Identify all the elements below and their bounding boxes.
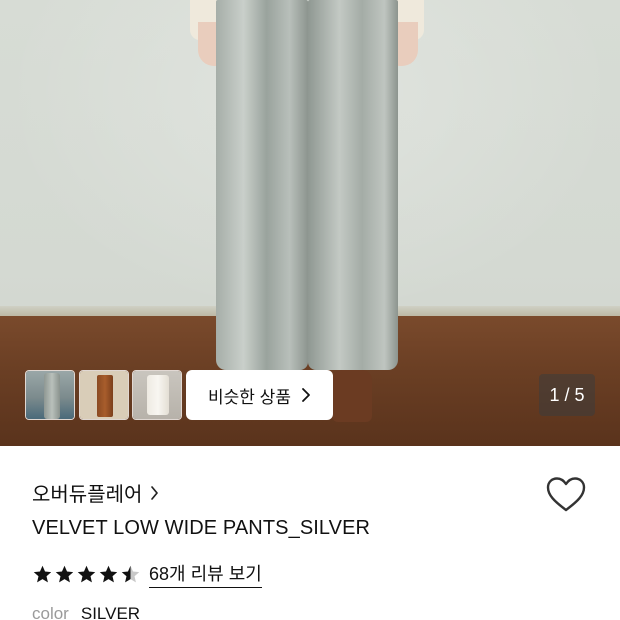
pants-leg-right — [308, 0, 398, 370]
thumbnail-1[interactable] — [25, 370, 75, 420]
color-label: color — [32, 604, 69, 620]
similar-products-button[interactable]: 비슷한 상품 — [186, 370, 333, 420]
heart-outline-icon[interactable] — [546, 476, 586, 514]
color-option: color SILVER — [32, 604, 140, 620]
shoe — [332, 370, 372, 422]
similar-products-label: 비슷한 상품 — [208, 387, 291, 407]
chevron-right-icon — [302, 388, 310, 402]
review-link[interactable]: 68개 리뷰 보기 — [149, 560, 262, 588]
star-icon — [99, 565, 118, 582]
brand-name: 오버듀플레어 — [32, 484, 143, 506]
thumbnail-3[interactable] — [132, 370, 182, 420]
velvet-pants — [216, 0, 398, 370]
chevron-right-icon — [151, 485, 159, 500]
product-image[interactable]: 비슷한 상품 1 / 5 — [0, 0, 620, 446]
brand-link[interactable]: 오버듀플레어 — [32, 478, 159, 507]
image-page-counter: 1 / 5 — [539, 374, 595, 416]
product-title: VELVET LOW WIDE PANTS_SILVER — [32, 517, 371, 539]
color-value: SILVER — [80, 604, 141, 620]
star-icon — [55, 565, 74, 582]
rating-row: 68개 리뷰 보기 — [32, 560, 262, 588]
star-rating — [32, 564, 141, 585]
star-icon — [33, 565, 52, 582]
star-icon — [77, 565, 96, 582]
pants-leg-left — [216, 0, 308, 370]
thumbnail-2[interactable] — [79, 370, 129, 420]
star-icon — [121, 565, 140, 582]
